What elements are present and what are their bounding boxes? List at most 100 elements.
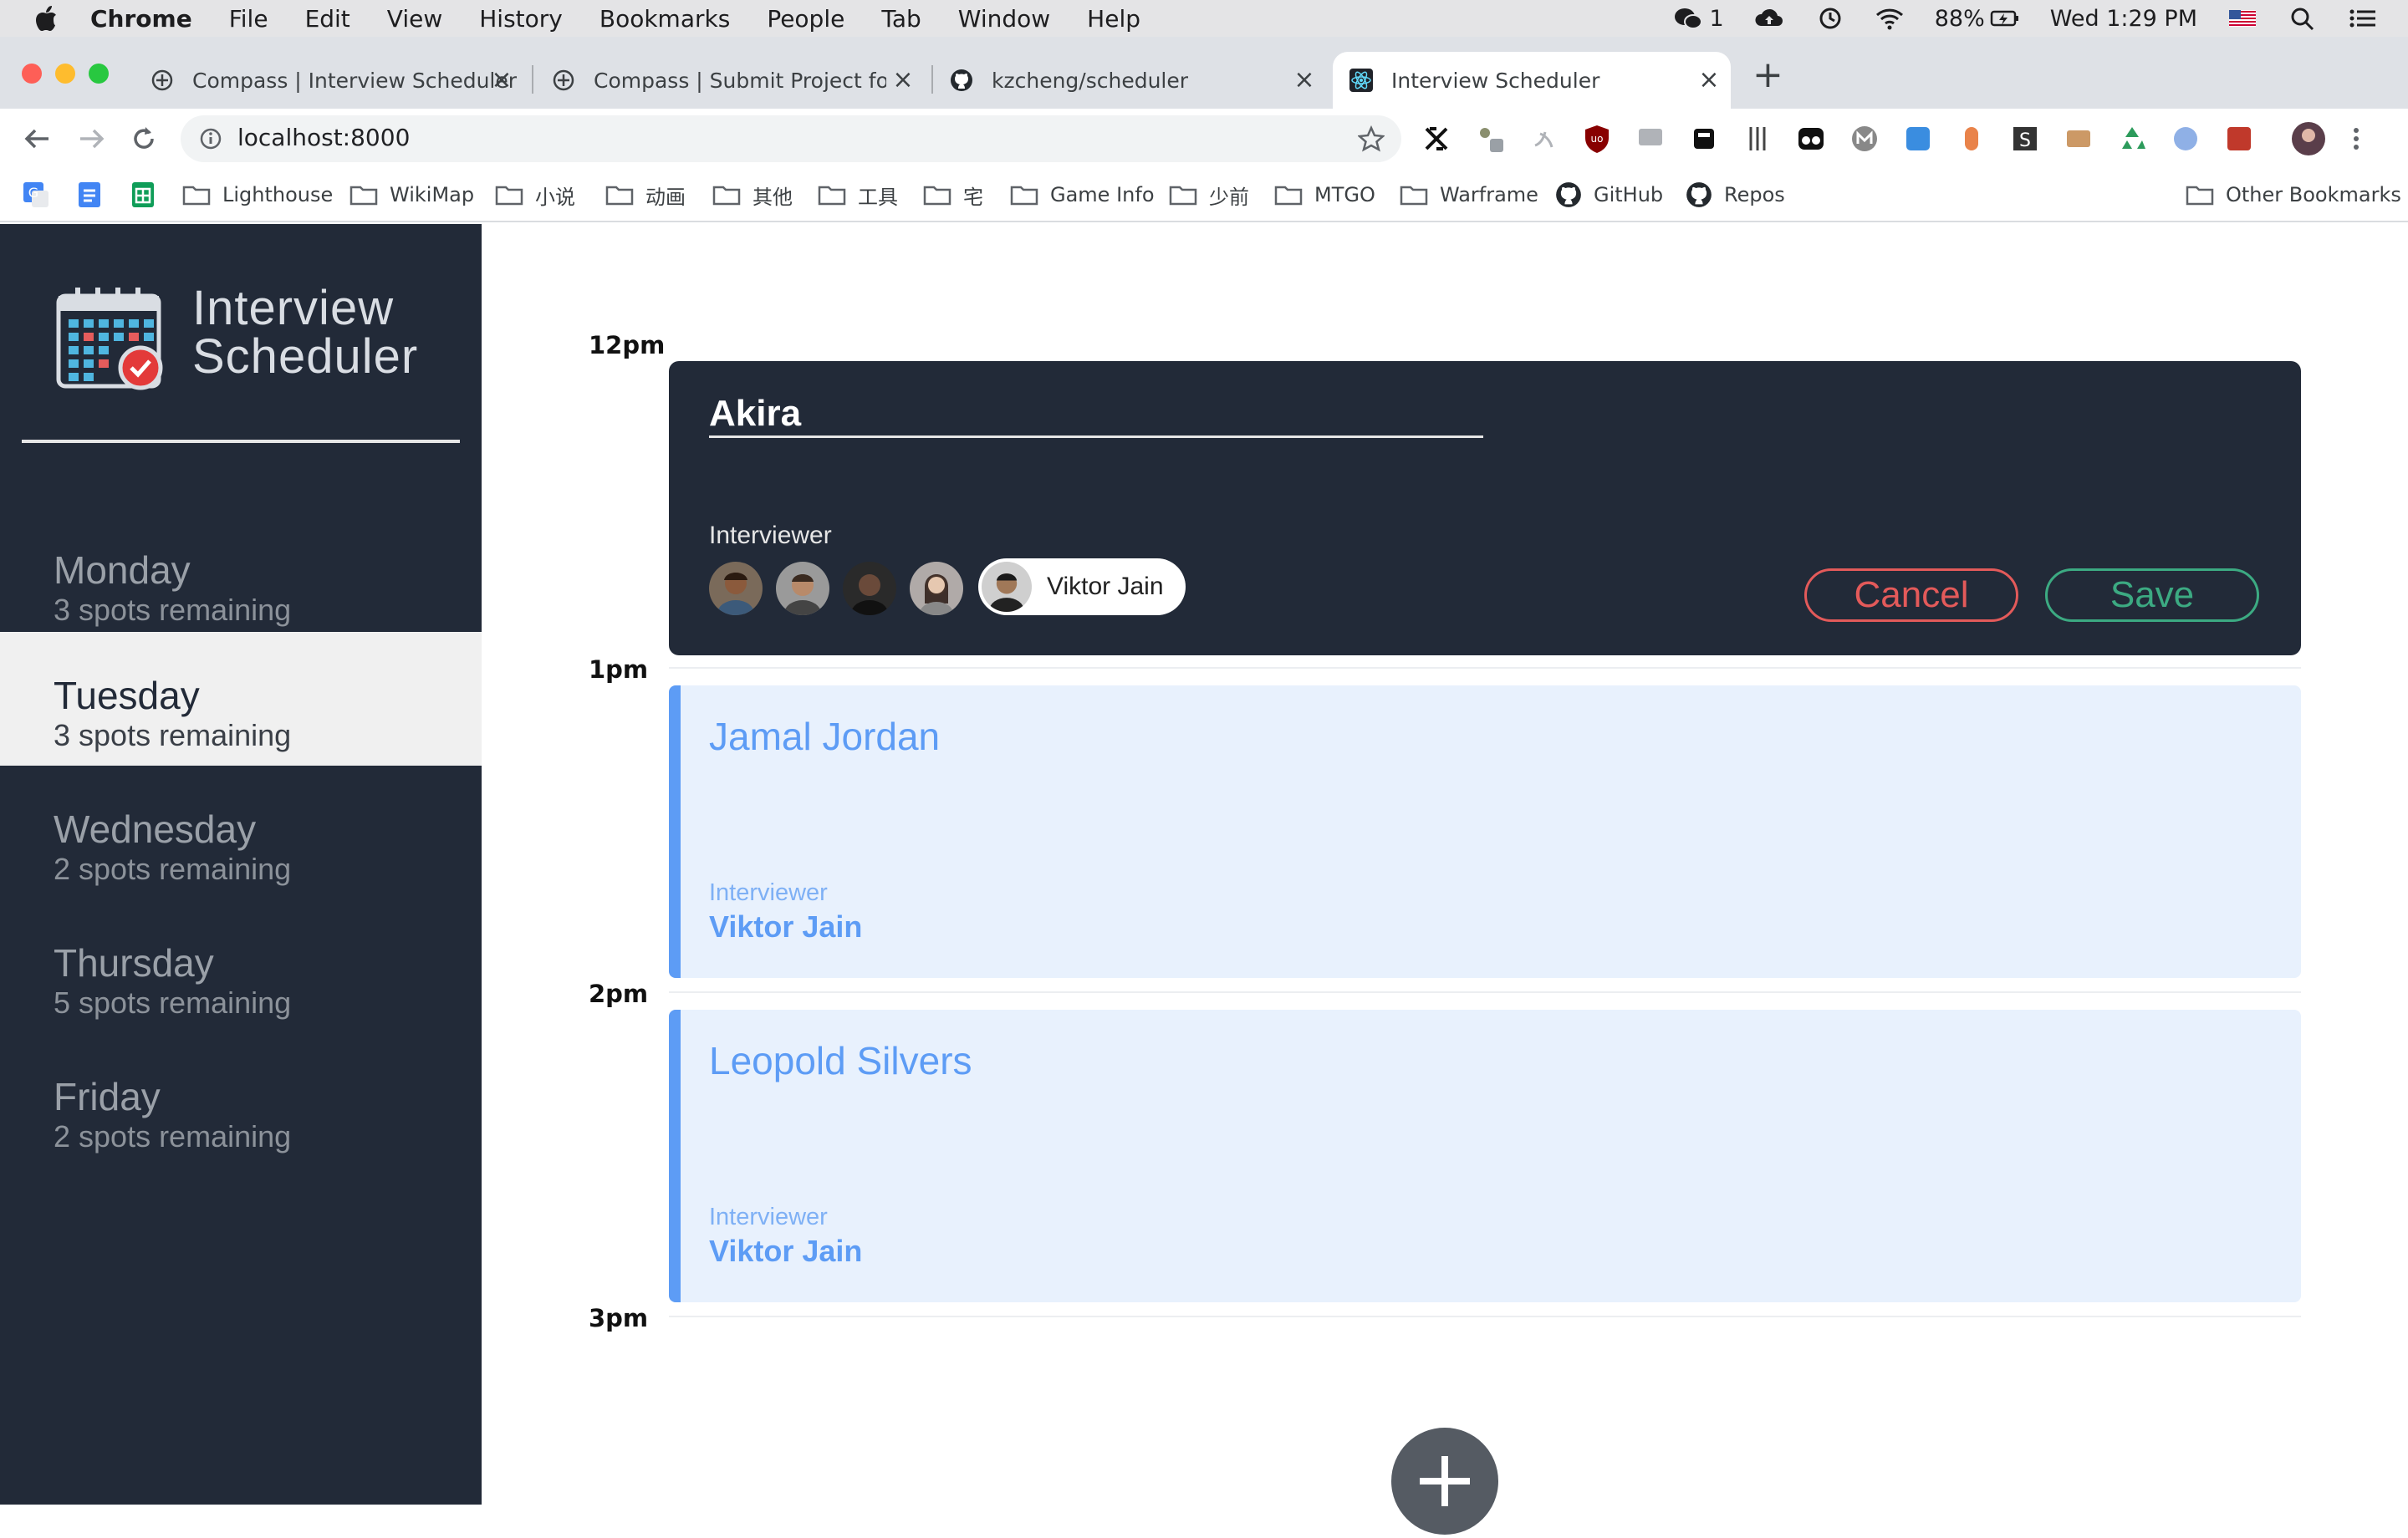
bookmark-otaku[interactable]: 宅 xyxy=(923,181,983,209)
extension-recycle-icon[interactable] xyxy=(2117,124,2147,154)
wechat-status[interactable]: 1 xyxy=(1673,6,1724,32)
tab-github-repo[interactable]: kzcheng/scheduler × xyxy=(940,52,1326,109)
window-zoom-button[interactable] xyxy=(89,64,109,84)
extension-orange-icon[interactable] xyxy=(1956,124,1987,154)
extension-m-icon[interactable] xyxy=(1849,124,1880,154)
bookmark-tools[interactable]: 工具 xyxy=(818,181,898,209)
bookmark-novels[interactable]: 小说 xyxy=(495,181,575,209)
time-machine-icon[interactable] xyxy=(1814,6,1844,31)
interviewer-avatar[interactable] xyxy=(709,562,763,615)
add-appointment-button[interactable] xyxy=(1391,1428,1498,1535)
cancel-button[interactable]: Cancel xyxy=(1804,568,2018,622)
menu-help[interactable]: Help xyxy=(1087,5,1140,33)
bookmark-warframe[interactable]: Warframe xyxy=(1400,181,1538,209)
extension-s-icon[interactable]: S xyxy=(2010,124,2040,154)
extension-red-icon[interactable] xyxy=(2224,124,2254,154)
clock[interactable]: Wed 1:29 PM xyxy=(2050,6,2197,32)
time-label: 3pm xyxy=(589,1304,649,1332)
bookmark-github[interactable]: GitHub xyxy=(1555,181,1663,209)
menu-view[interactable]: View xyxy=(387,5,442,33)
interviewer-avatar[interactable] xyxy=(776,562,829,615)
interviewer-avatar[interactable] xyxy=(843,562,896,615)
day-list-item-tuesday[interactable]: Tuesday 3 spots remaining xyxy=(0,632,482,766)
reload-icon[interactable] xyxy=(129,124,159,154)
day-list-item-monday[interactable]: Monday 3 spots remaining xyxy=(0,507,482,640)
sidebar: Interview Scheduler Monday 3 spots remai… xyxy=(0,224,482,1505)
close-tab-icon[interactable]: × xyxy=(1697,68,1721,93)
bookmark-anime[interactable]: 动画 xyxy=(605,181,686,209)
url-text: localhost:8000 xyxy=(237,124,411,151)
menu-window[interactable]: Window xyxy=(958,5,1050,33)
extension-x-icon[interactable] xyxy=(1421,124,1451,154)
bookmark-lighthouse[interactable]: Lighthouse xyxy=(182,181,333,209)
menu-edit[interactable]: Edit xyxy=(305,5,350,33)
cloud-upload-icon[interactable] xyxy=(1754,6,1784,31)
notification-center-icon[interactable] xyxy=(2348,6,2378,31)
save-button[interactable]: Save xyxy=(2045,568,2259,622)
profile-avatar-icon[interactable] xyxy=(2291,121,2326,156)
extension-feather-icon[interactable] xyxy=(2171,124,2201,154)
extension-blue-icon[interactable] xyxy=(1903,124,1933,154)
close-tab-icon[interactable]: × xyxy=(490,68,513,93)
bookmark-star-icon[interactable] xyxy=(1358,125,1385,152)
menu-history[interactable]: History xyxy=(479,5,563,33)
extension-css-icon[interactable] xyxy=(1635,124,1666,154)
extension-kana-icon[interactable] xyxy=(1528,124,1559,154)
ublock-icon[interactable]: uo xyxy=(1582,124,1612,154)
bookmark-repos[interactable]: Repos xyxy=(1686,181,1785,209)
chrome-menu-icon[interactable] xyxy=(2351,124,2361,154)
menu-people[interactable]: People xyxy=(767,5,844,33)
menu-bookmarks[interactable]: Bookmarks xyxy=(599,5,730,33)
info-icon[interactable] xyxy=(199,127,222,150)
menu-app-name[interactable]: Chrome xyxy=(90,5,192,33)
extension-people-icon[interactable] xyxy=(1475,124,1505,154)
address-bar[interactable]: localhost:8000 xyxy=(181,115,1401,162)
selected-interviewer-chip[interactable]: Viktor Jain xyxy=(978,558,1186,615)
apple-icon[interactable] xyxy=(33,4,59,33)
macos-menu-bar: Chrome File Edit View History Bookmarks … xyxy=(0,0,2408,37)
extension-bars-icon[interactable] xyxy=(1742,124,1773,154)
google-sheets-icon[interactable] xyxy=(129,181,157,209)
us-flag-icon[interactable] xyxy=(2227,6,2258,31)
tab-interview-scheduler[interactable]: Interview Scheduler × xyxy=(1333,52,1731,109)
student-name-input[interactable] xyxy=(709,391,1483,438)
svg-text:G: G xyxy=(28,185,38,201)
back-arrow-icon[interactable] xyxy=(20,125,54,152)
spots-remaining: 5 spots remaining xyxy=(54,985,292,1020)
new-tab-button[interactable]: + xyxy=(1752,57,1783,94)
appointment-card[interactable]: Jamal Jordan Interviewer Viktor Jain xyxy=(669,685,2301,978)
window-minimize-button[interactable] xyxy=(55,64,75,84)
bookmarks-bar: G Lighthouse WikiMap 小说 动画 其他 工具 宅 Game … xyxy=(0,169,2408,222)
interviewer-avatar[interactable] xyxy=(910,562,963,615)
tab-compass-submit[interactable]: Compass | Submit Project for Ev × xyxy=(540,52,925,109)
bookmark-label: Repos xyxy=(1724,183,1785,206)
menu-tab[interactable]: Tab xyxy=(881,5,921,33)
close-tab-icon[interactable]: × xyxy=(1293,68,1316,93)
day-list-item-friday[interactable]: Friday 2 spots remaining xyxy=(0,1033,482,1167)
forward-arrow-icon[interactable] xyxy=(75,125,109,152)
bookmark-wikimap[interactable]: WikiMap xyxy=(349,181,474,209)
other-bookmarks[interactable]: Other Bookmarks xyxy=(2186,181,2401,209)
google-translate-icon[interactable]: G xyxy=(22,181,50,209)
day-list-item-thursday[interactable]: Thursday 5 spots remaining xyxy=(0,899,482,1033)
window-close-button[interactable] xyxy=(22,64,42,84)
bookmark-label: 其他 xyxy=(752,185,793,209)
tampermonkey-icon[interactable] xyxy=(1796,124,1826,154)
bookmark-game-info[interactable]: Game Info xyxy=(1010,181,1155,209)
bookmark-girls-frontline[interactable]: 少前 xyxy=(1169,181,1249,209)
battery-status[interactable]: 88% xyxy=(1935,6,2020,32)
bookmark-other[interactable]: 其他 xyxy=(712,181,793,209)
spotlight-search-icon[interactable] xyxy=(2288,6,2318,31)
interviewer-avatar xyxy=(982,562,1032,612)
appointment-card[interactable]: Leopold Silvers Interviewer Viktor Jain xyxy=(669,1010,2301,1302)
extension-image-icon[interactable] xyxy=(2064,124,2094,154)
spots-remaining: 3 spots remaining xyxy=(54,593,292,627)
close-tab-icon[interactable]: × xyxy=(891,68,915,93)
wifi-icon[interactable] xyxy=(1875,6,1905,31)
menu-file[interactable]: File xyxy=(229,5,268,33)
day-list-item-wednesday[interactable]: Wednesday 2 spots remaining xyxy=(0,766,482,899)
tab-compass-scheduler[interactable]: Compass | Interview Scheduler × xyxy=(139,52,523,109)
google-docs-icon[interactable] xyxy=(75,181,104,209)
extension-notion-icon[interactable] xyxy=(1689,124,1719,154)
bookmark-mtgo[interactable]: MTGO xyxy=(1274,181,1375,209)
